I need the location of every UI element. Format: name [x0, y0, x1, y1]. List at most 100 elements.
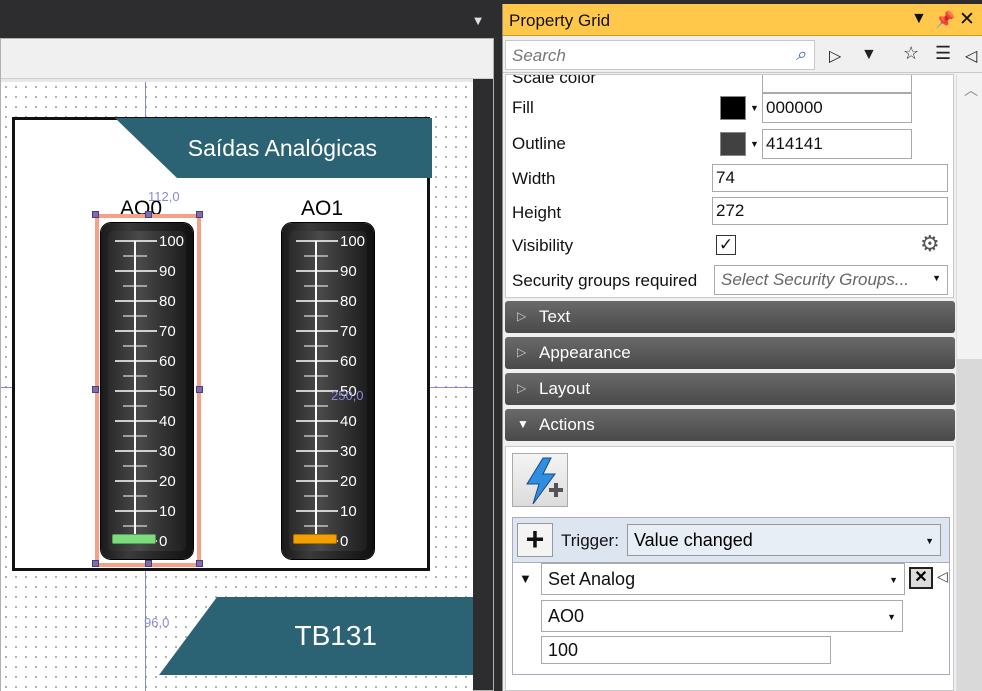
scale-label: 90 — [159, 263, 176, 280]
chevron-down-icon[interactable]: ▼ — [750, 139, 759, 149]
scroll-up-icon[interactable]: ︿ — [964, 80, 978, 100]
designer-frame: Saídas Analógicas AO0 100 90 80 70 60 50 40 30 2… — [0, 38, 494, 691]
chevron-down-icon: ▼ — [925, 536, 934, 546]
resize-handle[interactable] — [145, 560, 152, 567]
collapse-left-icon[interactable]: ◁ — [965, 46, 977, 66]
action-editor: ▼ Set Analog ▼ ✕ ◁ AO0 ▼ 100 — [512, 563, 950, 675]
scale-label: 100 — [340, 233, 365, 250]
property-row-security: Security groups required Select Security… — [506, 264, 953, 297]
category-label: Actions — [539, 415, 595, 434]
chevron-down-icon[interactable]: ▼ — [468, 14, 488, 28]
fill-color-swatch[interactable] — [720, 96, 746, 120]
resize-handle[interactable] — [196, 386, 203, 393]
search-input[interactable]: Search ⌕ — [505, 40, 815, 70]
property-label: Width — [512, 169, 556, 188]
add-action-button[interactable] — [512, 453, 568, 507]
collapse-icon: ▼ — [517, 417, 529, 431]
category-appearance[interactable]: ▷ Appearance — [505, 337, 955, 369]
outline-color-swatch[interactable] — [720, 132, 746, 156]
fill-color-field[interactable]: 000000 — [762, 93, 912, 123]
properties-list: Scale color Fill ▼ 000000 Outline ▼ 4141… — [505, 74, 954, 298]
category-label: Layout — [539, 379, 591, 398]
width-field[interactable]: 74 — [712, 164, 948, 192]
property-label: Security groups required — [512, 271, 698, 290]
property-grid: Property Grid ▼ 📌 ✕ Search ⌕ ▷ ▼ ☆ ☰ ◁ ︿… — [502, 4, 982, 691]
scale-label: 10 — [340, 503, 357, 520]
designer-scroll-gutter — [473, 79, 493, 690]
lightning-add-icon — [526, 457, 563, 505]
scale-label: 90 — [340, 263, 357, 280]
scale-label: 0 — [340, 533, 348, 550]
target-tag-select[interactable]: AO0 ▼ — [541, 600, 903, 632]
chevron-down-icon: ▼ — [889, 575, 898, 585]
outline-color-field[interactable]: 414141 — [762, 129, 912, 159]
visibility-checkbox[interactable]: ✓ — [716, 235, 736, 255]
scale-label: 30 — [340, 443, 357, 460]
property-grid-titlebar: Property Grid ▼ 📌 ✕ — [503, 4, 982, 36]
scale-label: 80 — [340, 293, 357, 310]
pin-icon[interactable]: 📌 — [935, 10, 955, 30]
vertical-scrollbar[interactable]: ︿ — [956, 74, 982, 691]
trigger-row: + Trigger: Value changed ▼ — [512, 517, 950, 563]
gear-icon[interactable]: ⚙ — [920, 231, 940, 257]
chevron-down-icon[interactable]: ▼ — [861, 46, 877, 64]
list-view-icon[interactable]: ☰ — [935, 43, 951, 64]
height-field[interactable]: 272 — [712, 197, 948, 225]
property-label: Outline — [512, 134, 566, 153]
trigger-select[interactable]: Value changed ▼ — [627, 524, 941, 556]
category-layout[interactable]: ▷ Layout — [505, 373, 955, 405]
scale-label: 20 — [340, 473, 357, 490]
category-text[interactable]: ▷ Text — [505, 301, 955, 333]
scroll-thumb[interactable] — [957, 359, 982, 691]
resize-handle[interactable] — [196, 560, 203, 567]
scale-label: 80 — [159, 293, 176, 310]
category-label: Text — [539, 307, 571, 326]
property-label: Height — [512, 203, 562, 222]
property-label: Visibility — [512, 236, 574, 255]
expand-icon: ▷ — [517, 309, 527, 323]
security-groups-select[interactable]: Select Security Groups... ▼ — [714, 265, 948, 295]
coordinate-center: 250,0 — [331, 388, 364, 403]
collapse-action-icon[interactable]: ▼ — [519, 571, 532, 586]
property-row-height: Height 272 — [506, 196, 953, 229]
value-input[interactable]: 100 — [541, 636, 831, 664]
gauge-fill-ao0 — [112, 534, 156, 544]
add-trigger-button[interactable]: + — [517, 523, 553, 557]
search-icon[interactable]: ⌕ — [796, 44, 806, 65]
scale-label: 70 — [159, 323, 176, 340]
resize-handle[interactable] — [92, 560, 99, 567]
property-label: Scale color — [512, 74, 597, 87]
resize-handle[interactable] — [92, 211, 99, 218]
category-actions[interactable]: ▼ Actions — [505, 409, 955, 441]
footer-banner[interactable]: TB131 — [159, 597, 473, 675]
collapse-left-icon[interactable]: ◁ — [937, 568, 948, 585]
star-list-icon[interactable]: ☆ — [903, 43, 919, 64]
property-search-bar: Search ⌕ ▷ ▼ ☆ ☰ ◁ — [503, 37, 982, 73]
action-type-select[interactable]: Set Analog ▼ — [541, 563, 905, 595]
designer-toolbar — [1, 39, 493, 79]
chevron-down-icon[interactable]: ▼ — [911, 10, 927, 28]
resize-handle[interactable] — [92, 386, 99, 393]
security-groups-placeholder: Select Security Groups... — [721, 270, 910, 289]
property-row-width: Width 74 — [506, 162, 953, 195]
chevron-down-icon[interactable]: ▼ — [750, 103, 759, 113]
scale-label: 50 — [159, 383, 176, 400]
search-placeholder: Search — [512, 46, 566, 65]
target-tag-value: AO0 — [548, 606, 585, 626]
design-canvas[interactable]: Saídas Analógicas AO0 100 90 80 70 60 50 40 30 2… — [1, 82, 473, 691]
chevron-down-icon: ▼ — [887, 612, 896, 622]
play-icon[interactable]: ▷ — [829, 46, 841, 66]
category-label: Appearance — [539, 343, 631, 362]
trigger-label: Trigger: — [561, 531, 619, 550]
resize-handle[interactable] — [196, 211, 203, 218]
action-type-value: Set Analog — [548, 569, 636, 589]
property-grid-title: Property Grid — [509, 11, 611, 30]
property-row-visibility: Visibility ✓ ⚙ — [506, 229, 953, 262]
coordinate-bottom: 96,0 — [144, 615, 170, 630]
scale-label: 0 — [159, 533, 167, 550]
gauge-ao0[interactable]: 100 90 80 70 60 50 40 30 20 10 0 — [101, 223, 193, 559]
resize-handle[interactable] — [145, 211, 152, 218]
delete-action-button[interactable]: ✕ — [909, 567, 933, 589]
close-icon[interactable]: ✕ — [959, 8, 975, 31]
analog-outputs-panel[interactable]: Saídas Analógicas AO0 100 90 80 70 60 50 40 30 2… — [12, 117, 432, 571]
